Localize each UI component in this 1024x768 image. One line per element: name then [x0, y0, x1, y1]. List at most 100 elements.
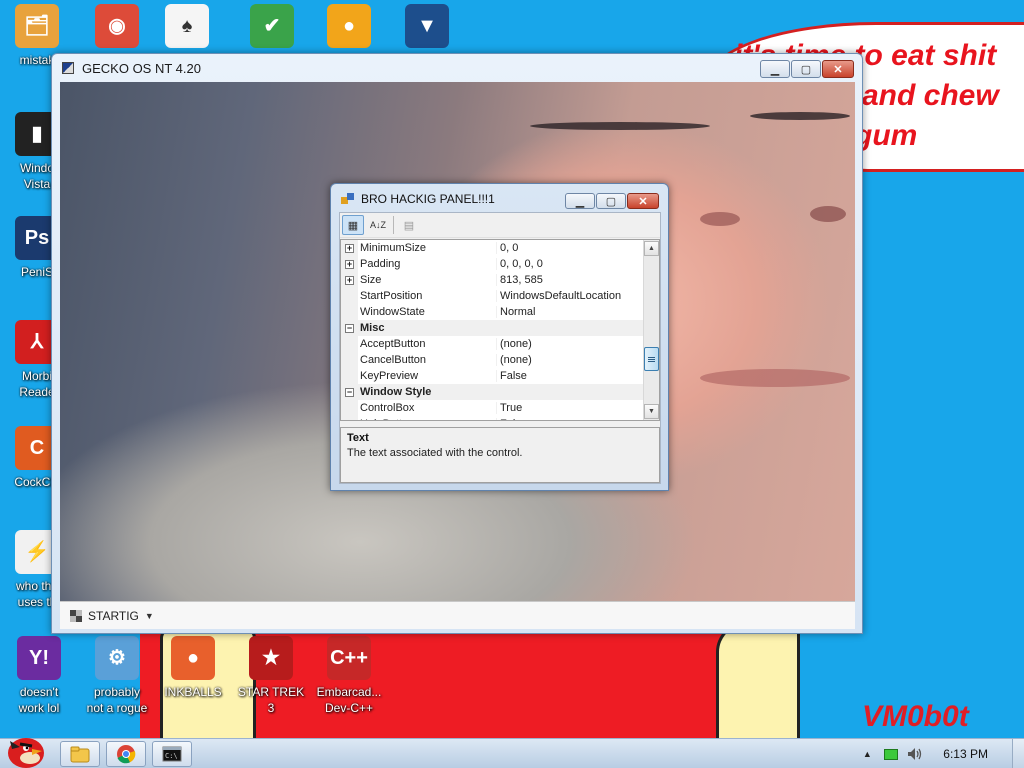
- dev-cpp-icon: C++: [327, 636, 371, 680]
- property-value[interactable]: Normal: [496, 306, 535, 318]
- categorized-view-button[interactable]: ▦: [342, 215, 364, 235]
- property-value[interactable]: False: [496, 370, 527, 382]
- expand-icon[interactable]: +: [345, 243, 354, 253]
- property-dialog[interactable]: BRO HACKIG PANEL!!!1 ▁ ▢ ✕ ▦ A↓Z ▤ + Mini…: [330, 183, 669, 491]
- volume-icon[interactable]: [907, 746, 923, 762]
- toolbar-separator: [393, 216, 394, 234]
- collapse-icon[interactable]: −: [345, 323, 354, 333]
- property-name: CancelButton: [360, 354, 427, 366]
- row-gutter: +: [341, 256, 358, 272]
- bat-logo-icon: ▼: [405, 4, 449, 48]
- property-row[interactable]: WindowState Normal: [341, 304, 659, 320]
- explorer-folder-icon: [70, 746, 90, 763]
- property-value[interactable]: False: [496, 418, 527, 420]
- taskbar-clock[interactable]: 6:13 PM: [943, 747, 988, 761]
- property-row[interactable]: KeyPreview False: [341, 368, 659, 384]
- scroll-thumb[interactable]: [644, 347, 659, 371]
- inkball-icon: ●: [171, 636, 215, 680]
- property-row[interactable]: CancelButton (none): [341, 352, 659, 368]
- property-name: MinimumSize: [360, 242, 427, 254]
- taskbar-chrome-button[interactable]: [106, 741, 146, 767]
- property-grid-container: ▦ A↓Z ▤ + MinimumSize 0, 0 + Padding 0, 0, 0,…: [339, 212, 661, 484]
- row-gutter: [341, 288, 358, 304]
- angry-bird-start-orb-icon[interactable]: [2, 731, 48, 768]
- desktop-icon[interactable]: ●: [312, 4, 386, 52]
- property-value[interactable]: (none): [496, 354, 532, 366]
- desktop-icon[interactable]: ● INKBALLS: [156, 636, 230, 700]
- desktop-icon[interactable]: ▼: [390, 4, 464, 52]
- property-value[interactable]: WindowsDefaultLocation: [496, 290, 621, 302]
- close-button[interactable]: ✕: [822, 60, 854, 78]
- property-grid-scrollbar[interactable]: ▲ ▼: [643, 240, 659, 420]
- property-value[interactable]: True: [496, 402, 522, 414]
- desktop-icon[interactable]: ✔: [235, 4, 309, 52]
- property-category[interactable]: − Window Style: [341, 384, 659, 400]
- property-name: StartPosition: [360, 290, 423, 302]
- dialog-minimize-button[interactable]: ▁: [565, 193, 595, 209]
- row-gutter: [341, 336, 358, 352]
- property-row[interactable]: + Padding 0, 0, 0, 0: [341, 256, 659, 272]
- row-gutter: [341, 400, 358, 416]
- property-row[interactable]: StartPosition WindowsDefaultLocation: [341, 288, 659, 304]
- dialog-maximize-button[interactable]: ▢: [596, 193, 626, 209]
- expand-icon[interactable]: +: [345, 275, 354, 285]
- property-row[interactable]: + Size 813, 585: [341, 272, 659, 288]
- collapse-icon[interactable]: −: [345, 387, 354, 397]
- chrome-icon: [117, 745, 136, 764]
- dialog-caption-buttons: ▁ ▢ ✕: [565, 193, 659, 209]
- tray-expand-icon[interactable]: ▲: [859, 746, 875, 762]
- network-icon[interactable]: [883, 746, 899, 762]
- property-name: Misc: [360, 322, 385, 334]
- property-value[interactable]: 0, 0: [496, 242, 518, 254]
- row-gutter: −: [341, 384, 358, 400]
- alphabetical-sort-button[interactable]: A↓Z: [367, 215, 389, 235]
- command-prompt-icon: C:\: [162, 746, 182, 762]
- desktop-icon[interactable]: ♠: [150, 4, 224, 52]
- dialog-window-icon: [341, 193, 355, 205]
- desktop-icon-label: Embarcad... Dev-C++: [316, 685, 382, 715]
- property-row[interactable]: AcceptButton (none): [341, 336, 659, 352]
- property-value[interactable]: 813, 585: [496, 274, 543, 286]
- property-grid[interactable]: + MinimumSize 0, 0 + Padding 0, 0, 0, 0 + Size 8…: [340, 239, 660, 421]
- main-window-caption-buttons: ▁ ▢ ✕: [760, 60, 854, 78]
- property-row[interactable]: + MinimumSize 0, 0: [341, 240, 659, 256]
- scroll-up-button[interactable]: ▲: [644, 241, 659, 256]
- property-value[interactable]: 0, 0, 0, 0: [496, 258, 543, 270]
- taskbar-explorer-button[interactable]: [60, 741, 100, 767]
- property-row[interactable]: HelpButtonFalse: [341, 416, 659, 420]
- row-gutter: −: [341, 320, 358, 336]
- photo-eye-right: [750, 112, 850, 120]
- property-toolbar: ▦ A↓Z ▤: [340, 213, 660, 238]
- main-window-title: GECKO OS NT 4.20: [82, 60, 201, 76]
- taskbar-cmd-button[interactable]: C:\: [152, 741, 192, 767]
- property-name: Window Style: [360, 386, 432, 398]
- dialog-close-button[interactable]: ✕: [627, 193, 659, 209]
- property-pages-button[interactable]: ▤: [398, 215, 420, 235]
- property-category[interactable]: − Misc: [341, 320, 659, 336]
- desktop-icon[interactable]: ◉: [80, 4, 154, 52]
- desktop-icon[interactable]: Y! doesn't work lol: [2, 636, 76, 716]
- photo-nose: [700, 212, 740, 226]
- desktop-icon-label: probably not a rogue: [86, 685, 148, 715]
- property-name: Padding: [360, 258, 401, 270]
- chevron-down-icon[interactable]: ▼: [145, 611, 154, 621]
- photo-mouth: [700, 369, 850, 387]
- chrome-icon: ◉: [95, 4, 139, 48]
- property-description-panel: Text The text associated with the contro…: [340, 427, 660, 483]
- property-row[interactable]: ControlBox True: [341, 400, 659, 416]
- photo-eye-left: [530, 122, 710, 130]
- start-menu-button[interactable]: STARTIG: [88, 609, 139, 623]
- desktop-icon[interactable]: C++ Embarcad... Dev-C++: [312, 636, 386, 716]
- main-window-titlebar[interactable]: GECKO OS NT 4.20: [52, 54, 862, 82]
- scroll-down-button[interactable]: ▼: [644, 404, 659, 419]
- property-value[interactable]: (none): [496, 338, 532, 350]
- expand-icon[interactable]: +: [345, 259, 354, 269]
- property-name: WindowState: [360, 306, 425, 318]
- shield-check-icon: ✔: [250, 4, 294, 48]
- desktop-icon[interactable]: ⚙ probably not a rogue: [80, 636, 154, 716]
- desktop-icon[interactable]: ★ STAR TREK 3: [234, 636, 308, 716]
- minimize-button[interactable]: ▁: [760, 60, 790, 78]
- maximize-button[interactable]: ▢: [791, 60, 821, 78]
- show-desktop-button[interactable]: [1012, 739, 1024, 768]
- svg-text:C:\: C:\: [165, 752, 178, 760]
